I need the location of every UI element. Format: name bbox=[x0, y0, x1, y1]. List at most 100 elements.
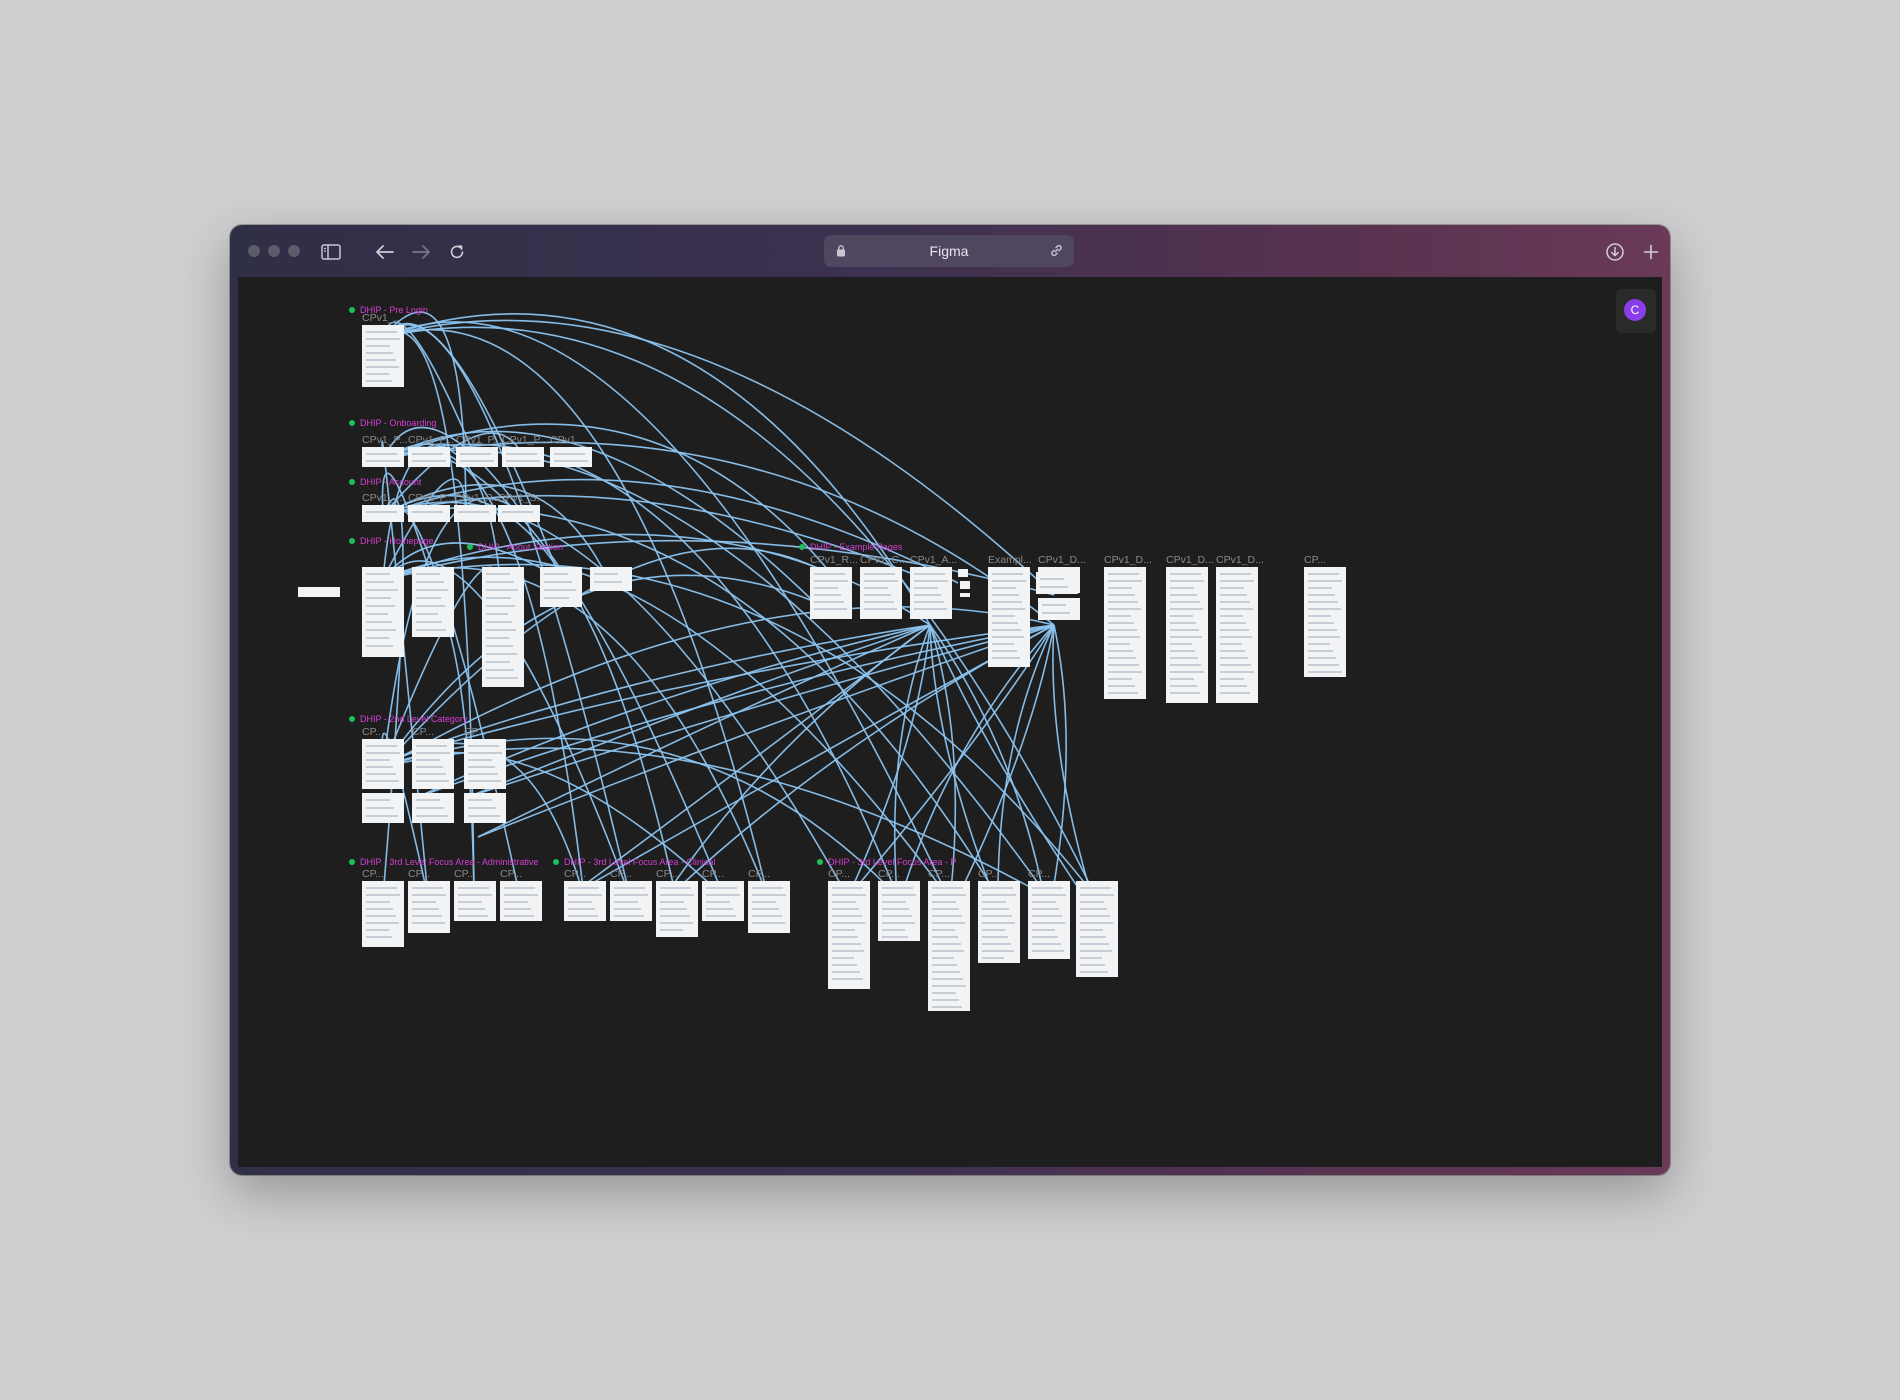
frame[interactable] bbox=[454, 505, 496, 522]
frame-content bbox=[992, 608, 1025, 610]
flow-start-icon[interactable] bbox=[817, 859, 823, 865]
avatar[interactable]: C bbox=[1624, 299, 1646, 321]
frame-content bbox=[1308, 615, 1331, 617]
frame-content bbox=[1108, 657, 1136, 659]
minimize-window-button[interactable] bbox=[268, 245, 280, 257]
frame-content bbox=[366, 815, 398, 817]
frame-content bbox=[1308, 608, 1341, 610]
frame-content bbox=[1220, 692, 1250, 694]
frame-content bbox=[554, 453, 585, 455]
frame-content bbox=[1108, 580, 1142, 582]
zoom-window-button[interactable] bbox=[288, 245, 300, 257]
frame-content bbox=[1308, 664, 1339, 666]
frame-content bbox=[1080, 943, 1109, 945]
frame[interactable] bbox=[298, 587, 340, 597]
frame[interactable] bbox=[590, 567, 632, 591]
frame-content bbox=[614, 887, 645, 889]
frame-content bbox=[706, 901, 730, 903]
frame-label: CP... bbox=[748, 868, 770, 880]
frame-content bbox=[1220, 629, 1249, 631]
frame-content bbox=[366, 752, 400, 754]
frame[interactable] bbox=[928, 881, 970, 1011]
frame[interactable] bbox=[498, 505, 540, 522]
frame-content bbox=[412, 894, 446, 896]
frame-content bbox=[832, 943, 861, 945]
plus-icon[interactable] bbox=[1638, 239, 1664, 265]
frame-content bbox=[366, 359, 396, 361]
arrow-right-icon[interactable] bbox=[408, 239, 434, 265]
frame-content bbox=[366, 511, 397, 513]
frame[interactable] bbox=[878, 881, 920, 941]
frame-content bbox=[1220, 650, 1245, 652]
frame[interactable] bbox=[502, 447, 544, 467]
frame-content bbox=[752, 894, 786, 896]
frame-label: CPv1_D... bbox=[1166, 554, 1214, 566]
frame-content bbox=[1170, 657, 1198, 659]
frame[interactable] bbox=[960, 593, 970, 597]
frame-content bbox=[1108, 629, 1137, 631]
frame[interactable] bbox=[408, 447, 450, 467]
frame-label: CPv1_A... bbox=[910, 554, 957, 566]
frame[interactable] bbox=[362, 567, 404, 657]
frame-content bbox=[932, 936, 958, 938]
frame-content bbox=[992, 622, 1018, 624]
reload-icon[interactable] bbox=[444, 239, 470, 265]
frame-content bbox=[1080, 950, 1112, 952]
frame[interactable] bbox=[456, 447, 498, 467]
frame-label: CP... bbox=[408, 868, 430, 880]
frame-content bbox=[1220, 671, 1254, 673]
link-icon[interactable] bbox=[1049, 243, 1064, 263]
frame[interactable] bbox=[1038, 598, 1080, 620]
close-window-button[interactable] bbox=[248, 245, 260, 257]
frame-content bbox=[416, 766, 443, 768]
frame-content bbox=[982, 957, 1004, 959]
address-bar[interactable]: Figma bbox=[824, 235, 1074, 267]
frame-content bbox=[914, 594, 941, 596]
frame[interactable] bbox=[958, 569, 968, 577]
frame-content bbox=[1080, 971, 1108, 973]
frame-content bbox=[752, 887, 783, 889]
frame-content bbox=[458, 901, 482, 903]
frame-content bbox=[366, 887, 397, 889]
sidebar-icon[interactable] bbox=[318, 239, 344, 265]
frame[interactable] bbox=[960, 581, 970, 589]
frame[interactable] bbox=[362, 505, 404, 522]
frame-content bbox=[1040, 586, 1068, 588]
frame-content bbox=[914, 608, 947, 610]
frame-content bbox=[1220, 573, 1251, 575]
frame[interactable] bbox=[412, 567, 454, 637]
download-icon[interactable] bbox=[1602, 239, 1628, 265]
frame-content bbox=[366, 581, 394, 583]
frame-content bbox=[416, 605, 445, 607]
frame[interactable] bbox=[408, 505, 450, 522]
frame-content bbox=[914, 580, 948, 582]
flow-start-icon[interactable] bbox=[349, 538, 355, 544]
frame-content bbox=[416, 759, 440, 761]
frame[interactable] bbox=[362, 325, 404, 387]
flow-start-icon[interactable] bbox=[467, 544, 473, 550]
flow-start-icon[interactable] bbox=[349, 420, 355, 426]
frame[interactable] bbox=[362, 447, 404, 467]
frame-content bbox=[1220, 615, 1243, 617]
flow-start-icon[interactable] bbox=[553, 859, 559, 865]
figma-canvas[interactable]: CPv1_... CPv1_P... CPv1_P... CPv1_P... CPv1_… bbox=[238, 277, 1662, 1167]
frame-content bbox=[458, 511, 489, 513]
arrow-left-icon[interactable] bbox=[372, 239, 398, 265]
frame-content bbox=[366, 629, 396, 631]
flow-start-icon[interactable] bbox=[349, 716, 355, 722]
frame[interactable] bbox=[1028, 881, 1070, 959]
frame-content bbox=[416, 807, 444, 809]
flow-start-icon[interactable] bbox=[349, 859, 355, 865]
frame-content bbox=[832, 922, 865, 924]
flow-start-icon[interactable] bbox=[349, 307, 355, 313]
frame-content bbox=[486, 653, 517, 655]
frame-content bbox=[568, 915, 598, 917]
section-label: DHIP - Pre Login bbox=[360, 305, 428, 315]
flow-start-icon[interactable] bbox=[349, 479, 355, 485]
flow-start-icon[interactable] bbox=[799, 544, 805, 550]
frame[interactable] bbox=[1036, 572, 1078, 594]
frame-content bbox=[554, 460, 588, 462]
frame-content bbox=[416, 581, 444, 583]
frame[interactable] bbox=[550, 447, 592, 467]
frame-content bbox=[486, 677, 518, 679]
